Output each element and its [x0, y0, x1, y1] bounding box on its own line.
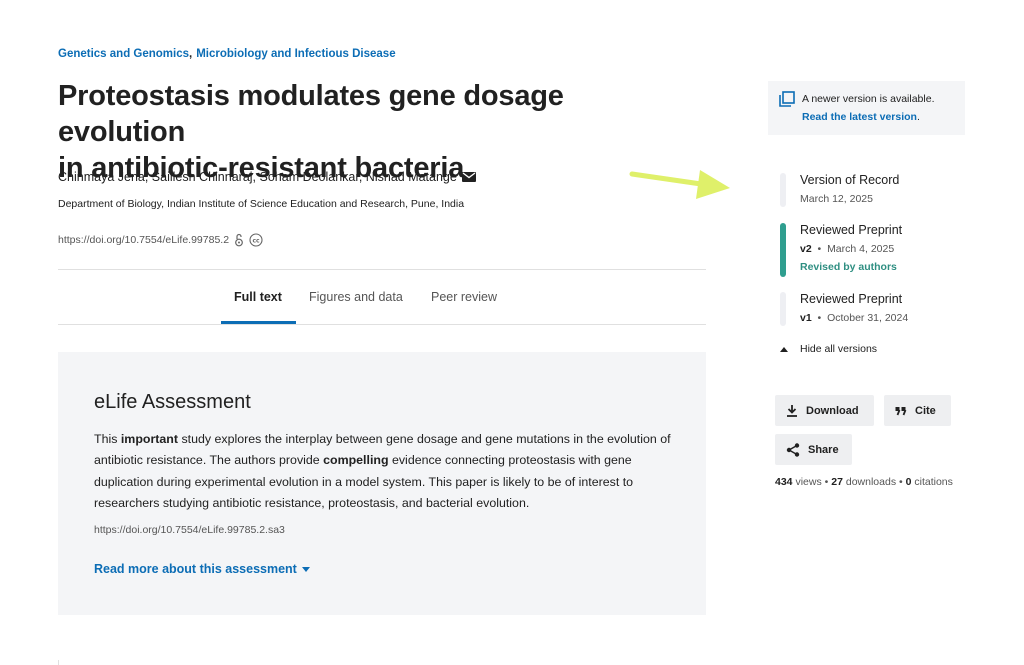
- version-number: v1: [800, 312, 812, 324]
- tab-figures-and-data[interactable]: Figures and data: [309, 290, 403, 304]
- doi-row: https://doi.org/10.7554/eLife.99785.2 cc: [58, 233, 263, 247]
- read-latest-version-link[interactable]: Read the latest version.: [802, 111, 920, 123]
- views-label: views: [795, 476, 822, 488]
- article-metrics: 434 views • 27 downloads • 0 citations: [775, 476, 953, 488]
- hide-versions-label: Hide all versions: [800, 343, 878, 355]
- assessment-heading: eLife Assessment: [94, 391, 251, 413]
- newer-version-text: A newer version is available.: [802, 93, 935, 105]
- version-bar-active: [780, 223, 786, 277]
- open-access-icon: [235, 233, 243, 247]
- meta-separator: •: [817, 243, 822, 255]
- assessment-term-important: important: [120, 432, 178, 446]
- article-doi[interactable]: https://doi.org/10.7554/eLife.99785.2: [58, 234, 229, 246]
- read-more-label: Read more about this assessment: [94, 562, 297, 576]
- version-title: Version of Record: [800, 173, 900, 187]
- bottom-divider: [58, 660, 59, 665]
- download-label: Download: [806, 404, 859, 417]
- share-icon: [786, 442, 800, 457]
- newer-version-notice: A newer version is available. Read the l…: [768, 81, 965, 135]
- svg-text:cc: cc: [253, 237, 261, 244]
- caret-down-icon: [301, 566, 310, 572]
- copy-versions-icon: [779, 91, 795, 107]
- article-tabs: Full text Figures and data Peer review: [58, 270, 706, 324]
- authors-text[interactable]: Chinmaya Jena, Saillesh Chinnaraj, Soham…: [58, 170, 457, 184]
- affiliation: Department of Biology, Indian Institute …: [58, 198, 465, 210]
- subject-separator: ,: [189, 48, 193, 60]
- tab-peer-review[interactable]: Peer review: [431, 290, 497, 304]
- assessment-text-part: This: [94, 432, 121, 446]
- quote-icon: [895, 406, 907, 415]
- cite-button[interactable]: Cite: [884, 395, 951, 426]
- version-date: March 12, 2025: [800, 193, 873, 205]
- meta-separator: •: [817, 312, 822, 324]
- elife-assessment-panel: eLife Assessment This important study ex…: [58, 352, 706, 615]
- assessment-text: This important study explores the interp…: [94, 429, 674, 514]
- version-meta: v2 • March 4, 2025: [800, 243, 894, 255]
- link-suffix: .: [916, 111, 920, 123]
- share-label: Share: [808, 443, 839, 456]
- download-button[interactable]: Download: [775, 395, 874, 426]
- downloads-label: downloads: [845, 476, 897, 488]
- subject-link-microbiology[interactable]: Microbiology and Infectious Disease: [196, 48, 395, 60]
- stats-separator: •: [898, 476, 903, 488]
- version-date: October 31, 2024: [827, 312, 909, 324]
- creative-commons-icon: cc: [249, 233, 263, 247]
- version-title: Reviewed Preprint: [800, 223, 903, 237]
- subject-list: Genetics and Genomics, Microbiology and I…: [58, 48, 396, 60]
- subject-link-genetics[interactable]: Genetics and Genomics: [58, 48, 189, 60]
- version-bar: [780, 292, 786, 326]
- version-number: v2: [800, 243, 812, 255]
- citations-count: 0: [905, 476, 912, 488]
- version-bar: [780, 173, 786, 207]
- stats-separator: •: [824, 476, 829, 488]
- version-title: Reviewed Preprint: [800, 292, 903, 306]
- citations-label: citations: [914, 476, 953, 488]
- caret-up-icon: [780, 346, 788, 352]
- download-icon: [787, 405, 797, 417]
- envelope-icon[interactable]: [461, 172, 476, 182]
- assessment-term-compelling: compelling: [323, 453, 389, 468]
- assessment-doi[interactable]: https://doi.org/10.7554/eLife.99785.2.sa…: [94, 524, 285, 536]
- version-date: March 4, 2025: [827, 243, 895, 255]
- downloads-count: 27: [831, 476, 843, 488]
- cite-label: Cite: [915, 404, 936, 417]
- tabs-bottom-divider: [58, 324, 706, 325]
- version-note: Revised by authors: [800, 261, 897, 273]
- title-line-1: Proteostasis modulates gene dosage evolu…: [58, 80, 564, 148]
- author-list: Chinmaya Jena, Saillesh Chinnaraj, Soham…: [58, 170, 476, 184]
- tab-full-text[interactable]: Full text: [234, 290, 282, 304]
- hide-all-versions-toggle[interactable]: Hide all versions: [780, 343, 877, 355]
- share-button[interactable]: Share: [775, 434, 852, 465]
- read-latest-version-label: Read the latest version: [802, 111, 917, 123]
- read-more-assessment-link[interactable]: Read more about this assessment: [94, 562, 310, 576]
- views-count: 434: [775, 476, 793, 488]
- version-meta: v1 • October 31, 2024: [800, 312, 908, 324]
- annotation-arrow-icon: [629, 170, 730, 199]
